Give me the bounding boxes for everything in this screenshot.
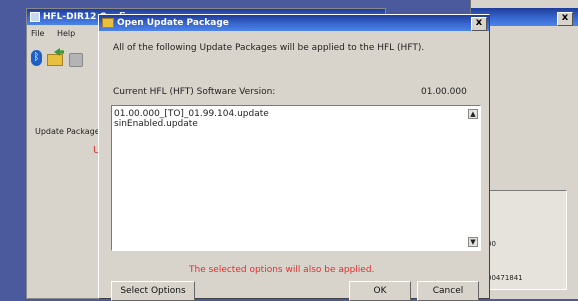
bluetooth-icon[interactable]: ᛒ: [31, 50, 42, 66]
update-package-list[interactable]: 01.00.000_[TO]_01.99.104.update sinEnabl…: [111, 105, 481, 251]
list-item[interactable]: sinEnabled.update: [114, 119, 198, 129]
cancel-button[interactable]: Cancel: [417, 281, 479, 301]
update-package-label: Update Package: [35, 127, 100, 136]
menu-file[interactable]: File: [31, 29, 44, 38]
app-icon: [30, 12, 40, 22]
dialog-description: All of the following Update Packages wil…: [113, 43, 425, 53]
right-window-text-2: 00471841: [487, 274, 523, 282]
toolbar: ᛒ: [29, 45, 109, 71]
scroll-up-icon[interactable]: ▲: [468, 109, 478, 119]
folder-icon: [102, 18, 114, 28]
open-folder-icon[interactable]: [47, 54, 63, 66]
open-update-package-dialog: Open Update Package x All of the followi…: [98, 14, 490, 301]
dialog-title: Open Update Package: [117, 18, 229, 28]
right-window-close-icon[interactable]: x: [557, 12, 573, 26]
gray-tool-icon[interactable]: [69, 53, 83, 67]
software-version-value: 01.00.000: [421, 87, 467, 97]
dialog-close-icon[interactable]: x: [471, 17, 487, 31]
list-item[interactable]: 01.00.000_[TO]_01.99.104.update: [114, 109, 269, 119]
menu-bar: File Help: [31, 29, 75, 38]
select-options-button[interactable]: Select Options: [111, 281, 195, 301]
warning-text: The selected options will also be applie…: [189, 265, 375, 275]
menu-help[interactable]: Help: [57, 29, 75, 38]
dialog-title-bar: Open Update Package: [99, 15, 489, 31]
ok-button[interactable]: OK: [349, 281, 411, 301]
software-version-label: Current HFL (HFT) Software Version:: [113, 87, 276, 97]
scroll-down-icon[interactable]: ▼: [468, 237, 478, 247]
